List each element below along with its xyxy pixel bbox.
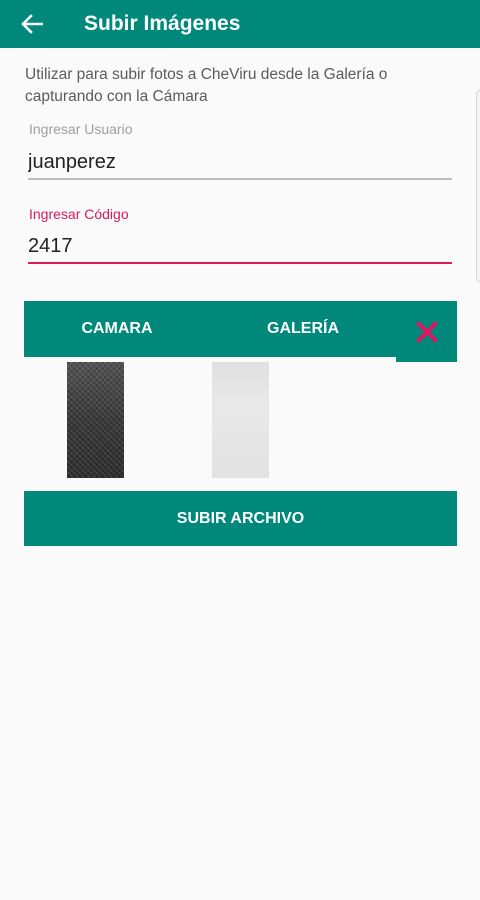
- tab-gallery[interactable]: GALERÍA: [210, 301, 396, 357]
- user-field-label: Ingresar Usuario: [29, 121, 133, 137]
- close-icon: [415, 320, 438, 343]
- image-thumbnail-1[interactable]: [67, 362, 124, 478]
- arrow-back-icon: [21, 14, 43, 34]
- upload-file-button[interactable]: SUBIR ARCHIVO: [24, 491, 457, 546]
- back-button[interactable]: [14, 7, 50, 41]
- app-bar: Subir Imágenes: [0, 0, 480, 48]
- source-tab-bar: CAMARA GALERÍA: [24, 301, 457, 357]
- user-input[interactable]: [28, 146, 452, 180]
- code-field-label: Ingresar Código: [29, 206, 129, 222]
- image-thumbnail-2[interactable]: [212, 362, 269, 478]
- tab-camera[interactable]: CAMARA: [24, 301, 210, 357]
- clear-images-button[interactable]: [396, 301, 457, 362]
- page-title: Subir Imágenes: [84, 12, 241, 35]
- edge-panel-handle[interactable]: [476, 90, 480, 282]
- code-input[interactable]: [28, 230, 452, 264]
- description-text: Utilizar para subir fotos a CheViru desd…: [25, 66, 388, 105]
- tab-divider: [372, 357, 396, 362]
